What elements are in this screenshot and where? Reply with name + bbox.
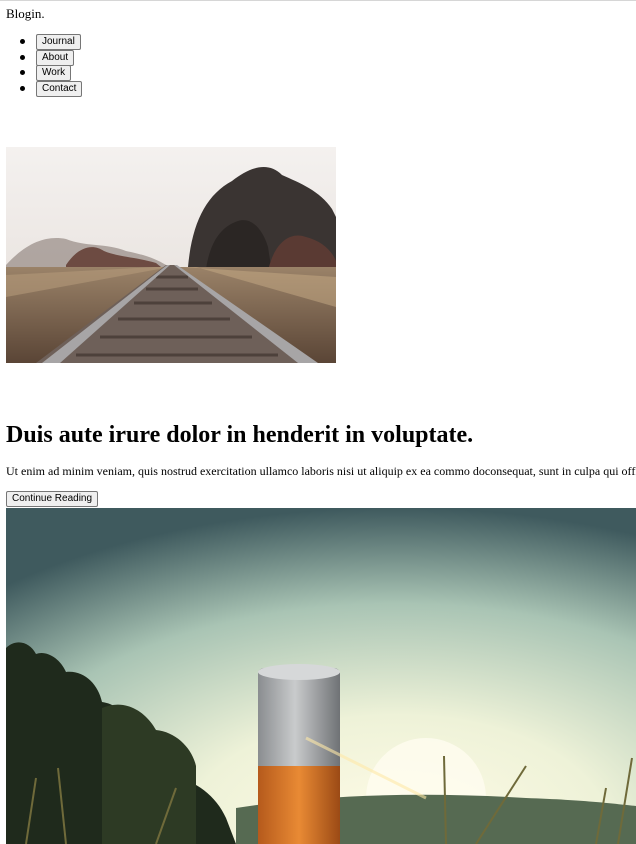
railroad-tracks-image (6, 147, 336, 363)
nav-work-button[interactable]: Work (36, 65, 72, 81)
continue-reading-button[interactable]: Continue Reading (6, 491, 99, 507)
post-excerpt: Ut enim ad minim veniam, quis nostrud ex… (6, 464, 636, 478)
nav-journal-button[interactable]: Journal (36, 34, 81, 50)
site-logo[interactable]: Blogin. (6, 7, 45, 21)
sunset-field-image (6, 508, 636, 844)
nav-about-button[interactable]: About (36, 49, 75, 66)
top-border (0, 0, 636, 1)
post-title[interactable]: Duis aute irure dolor in henderit in vol… (6, 421, 473, 449)
nav-contact-button[interactable]: Contact (36, 80, 83, 97)
